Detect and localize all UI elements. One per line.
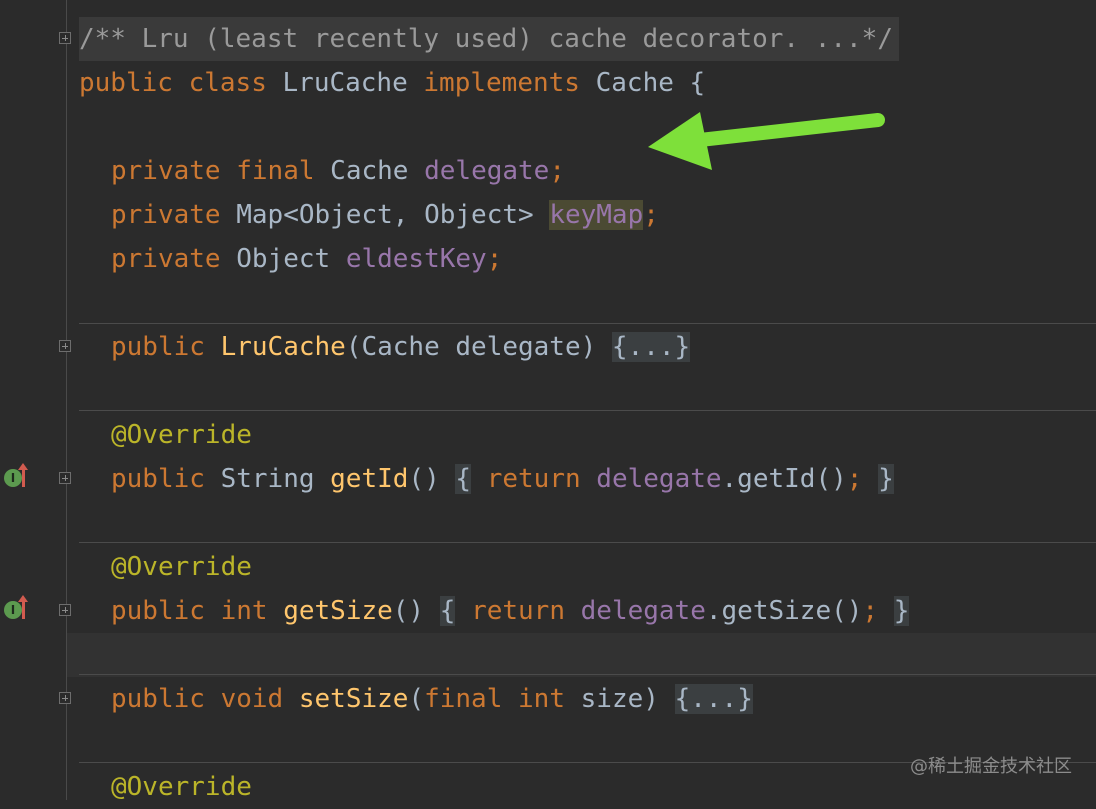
code-line-14[interactable]: I public int getSize() { return delegate… (0, 589, 1096, 633)
method-getsize: public int getSize() { return delegate.g… (111, 596, 910, 626)
fold-icon[interactable] (59, 604, 71, 616)
override-annotation: @Override (111, 552, 252, 582)
implements-icon[interactable]: I (4, 601, 22, 619)
current-line[interactable] (67, 633, 1096, 677)
code-line-4[interactable]: private final Cache delegate; (0, 149, 1096, 193)
fold-icon[interactable] (59, 32, 71, 44)
code-line-6[interactable]: private Object eldestKey; (0, 237, 1096, 281)
folded-body[interactable]: {...} (674, 684, 753, 714)
code-line-2[interactable]: public class LruCache implements Cache { (0, 61, 1096, 105)
code-line-5[interactable]: private Map<Object, Object> keyMap; (0, 193, 1096, 237)
field-eldestkey: private Object eldestKey; (111, 244, 503, 274)
fold-icon[interactable] (59, 340, 71, 352)
override-up-arrow-icon[interactable] (18, 595, 28, 619)
code-line-1[interactable]: /** Lru (least recently used) cache deco… (0, 17, 1096, 61)
field-delegate: private final Cache delegate; (111, 156, 565, 186)
code-line-13[interactable]: @Override (0, 545, 1096, 589)
code-line-8[interactable]: public LruCache(Cache delegate) {...} (0, 325, 1096, 369)
code-line-16[interactable]: public void setSize(final int size) {...… (0, 677, 1096, 721)
code-line-11[interactable]: I public String getId() { return delegat… (0, 457, 1096, 501)
field-keymap: private Map<Object, Object> keyMap; (111, 200, 659, 230)
method-separator (79, 323, 1096, 324)
watermark: @稀土掘金技术社区 (910, 756, 1072, 777)
class-declaration: public class LruCache implements Cache { (79, 68, 706, 98)
fold-icon[interactable] (59, 692, 71, 704)
fold-icon[interactable] (59, 472, 71, 484)
override-up-arrow-icon[interactable] (18, 463, 28, 487)
highlighted-identifier: keyMap (549, 200, 644, 230)
method-setsize: public void setSize(final int size) {...… (111, 684, 753, 714)
folded-body[interactable]: {...} (611, 332, 691, 362)
doc-comment: /** Lru (least recently used) cache deco… (79, 17, 899, 61)
override-annotation: @Override (111, 420, 252, 450)
constructor-declaration: public LruCache(Cache delegate) {...} (111, 332, 691, 362)
method-getid: public String getId() { return delegate.… (111, 464, 894, 494)
method-separator (79, 410, 1096, 411)
code-line-10[interactable]: @Override (0, 413, 1096, 457)
override-annotation: @Override (111, 772, 252, 802)
code-editor[interactable]: /** Lru (least recently used) cache deco… (0, 0, 1096, 802)
method-separator (79, 674, 1096, 675)
implements-icon[interactable]: I (4, 469, 22, 487)
method-separator (79, 542, 1096, 543)
